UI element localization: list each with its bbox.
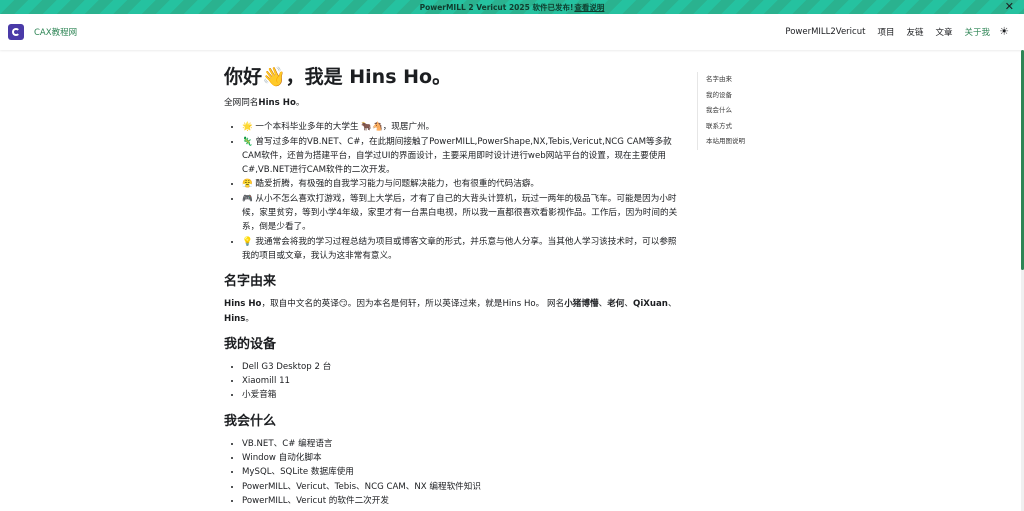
toc-item-image-usage[interactable]: 本站用图说明: [706, 134, 807, 150]
list-item: 🦎 曾写过多年的VB.NET、C#，在此期间接触了PowerMILL,Power…: [242, 135, 679, 178]
list-item: 🌟 一个本科毕业多年的大学生 🐂🐴，现居广州。: [242, 120, 679, 134]
section-title-skills: 我会什么: [224, 413, 277, 429]
subtitle-name: Hins Ho: [258, 98, 296, 108]
list-item: Window 自动化脚本: [242, 451, 679, 465]
list-item: 小爱音箱: [242, 388, 679, 402]
list-item: Xiaomill 11: [242, 374, 679, 388]
nav-item-powermill2vericut[interactable]: PowerMILL2Vericut: [785, 27, 865, 37]
list-item: Dell G3 Desktop 2 台: [242, 360, 679, 374]
subtitle: 全网同名Hins Ho。: [224, 98, 305, 108]
close-icon[interactable]: ✕: [1005, 1, 1014, 13]
list-item: 😤 酷爱折腾，有极强的自我学习能力与问题解决能力，也有很重的代码洁癖。: [242, 177, 679, 191]
list-item: PowerMILL、Vericut、Tebis、NCG CAM、NX 编程软件知…: [242, 480, 679, 494]
announcement-bar: PowerMILL 2 Vericut 2025 软件已发布! 查看说明 ✕: [0, 0, 1024, 14]
announcement-link[interactable]: 查看说明: [574, 2, 604, 13]
section-title-name: 名字由来: [224, 274, 277, 290]
list-item: VB.NET、C# 编程语言: [242, 437, 679, 451]
nav-item-about[interactable]: 关于我: [964, 26, 990, 38]
toc-item-contact[interactable]: 联系方式: [706, 119, 807, 135]
nav-links: PowerMILL2Vericut 项目 友链 文章 关于我 ☀: [773, 26, 1014, 39]
toc-item-skills[interactable]: 我会什么: [706, 103, 807, 119]
toc-item-devices[interactable]: 我的设备: [706, 88, 807, 104]
list-item: 💡 我通常会将我的学习过程总结为项目或博客文章的形式，并乐意与他人分享。当其他人…: [242, 235, 679, 264]
brand-title[interactable]: CAX教程网: [34, 26, 77, 38]
nav-item-projects[interactable]: 项目: [877, 26, 894, 38]
nav-item-articles[interactable]: 文章: [935, 26, 952, 38]
page-title: 你好👋，我是 Hins Ho。: [224, 66, 452, 88]
list-item: 🎮 从小不怎么喜欢打游戏，等到上大学后，才有了自己的大背头计算机，玩过一两年的极…: [242, 192, 679, 235]
logo-icon[interactable]: [8, 24, 24, 40]
section-title-devices: 我的设备: [224, 336, 277, 352]
announcement-text: PowerMILL 2 Vericut 2025 软件已发布!: [419, 2, 574, 12]
navbar: CAX教程网 PowerMILL2Vericut 项目 友链 文章 关于我 ☀: [0, 14, 1024, 50]
devices-list: Dell G3 Desktop 2 台 Xiaomill 11 小爱音箱: [224, 360, 679, 403]
table-of-contents: 名字由来 我的设备 我会什么 联系方式 本站用图说明: [697, 72, 807, 150]
article: 你好👋，我是 Hins Ho。 全网同名Hins Ho。 🌟 一个本科毕业多年的…: [224, 64, 679, 508]
name-paragraph: Hins Ho，取自中文名的英译😏。因为本名是何轩，所以英译过来，就是Hins …: [224, 299, 677, 324]
toc-item-name[interactable]: 名字由来: [706, 72, 807, 88]
sun-icon[interactable]: ☀: [998, 26, 1010, 38]
list-item: MySQL、SQLite 数据库使用: [242, 465, 679, 479]
intro-list: 🌟 一个本科毕业多年的大学生 🐂🐴，现居广州。 🦎 曾写过多年的VB.NET、C…: [224, 120, 679, 263]
skills-list: VB.NET、C# 编程语言 Window 自动化脚本 MySQL、SQLite…: [224, 437, 679, 508]
nav-item-friends[interactable]: 友链: [906, 26, 923, 38]
list-item: PowerMILL、Vericut 的软件二次开发: [242, 494, 679, 508]
